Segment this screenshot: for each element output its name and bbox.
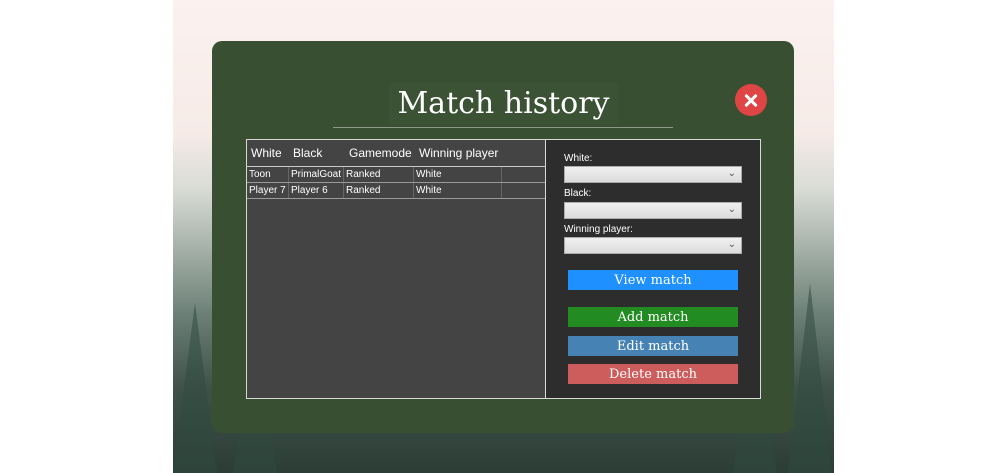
chevron-down-icon: ⌄ bbox=[727, 239, 736, 250]
chevron-down-icon: ⌄ bbox=[727, 168, 736, 179]
cell-black: Player 6 bbox=[289, 183, 344, 198]
winning-player-select[interactable]: ⌄ bbox=[564, 237, 742, 254]
white-select[interactable]: ⌄ bbox=[564, 166, 742, 183]
white-label: White: bbox=[564, 153, 593, 164]
view-match-button[interactable]: View match bbox=[568, 270, 738, 290]
tree-silhouette bbox=[173, 303, 217, 473]
filter-panel: White: ⌄ Black: ⌄ Winning player: ⌄ View… bbox=[545, 139, 761, 399]
cell-gamemode: Ranked bbox=[344, 167, 414, 182]
winning-player-label: Winning player: bbox=[564, 224, 633, 235]
page-title: Match history bbox=[389, 83, 618, 125]
cell-winning-player: White bbox=[414, 167, 502, 182]
table-header: White Black Gamemode Winning player bbox=[247, 140, 545, 167]
delete-match-button[interactable]: Delete match bbox=[568, 364, 738, 384]
cell-black: PrimalGoat bbox=[289, 167, 344, 182]
title-underline bbox=[333, 127, 673, 128]
edit-match-button[interactable]: Edit match bbox=[568, 336, 738, 356]
close-button[interactable] bbox=[735, 84, 767, 116]
match-table[interactable]: White Black Gamemode Winning player Toon… bbox=[246, 139, 545, 399]
table-row[interactable]: Player 7 Player 6 Ranked White bbox=[247, 183, 545, 199]
black-select[interactable]: ⌄ bbox=[564, 202, 742, 219]
column-header-black[interactable]: Black bbox=[293, 146, 322, 160]
column-header-white[interactable]: White bbox=[251, 146, 282, 160]
column-header-gamemode[interactable]: Gamemode bbox=[349, 146, 412, 160]
cell-white: Toon bbox=[247, 167, 289, 182]
table-row[interactable]: Toon PrimalGoat Ranked White bbox=[247, 167, 545, 183]
chevron-down-icon: ⌄ bbox=[727, 204, 736, 215]
cell-white: Player 7 bbox=[247, 183, 289, 198]
add-match-button[interactable]: Add match bbox=[568, 307, 738, 327]
cell-winning-player: White bbox=[414, 183, 502, 198]
tree-silhouette bbox=[788, 283, 832, 473]
black-label: Black: bbox=[564, 188, 592, 199]
column-header-winning-player[interactable]: Winning player bbox=[419, 146, 498, 160]
cell-gamemode: Ranked bbox=[344, 183, 414, 198]
